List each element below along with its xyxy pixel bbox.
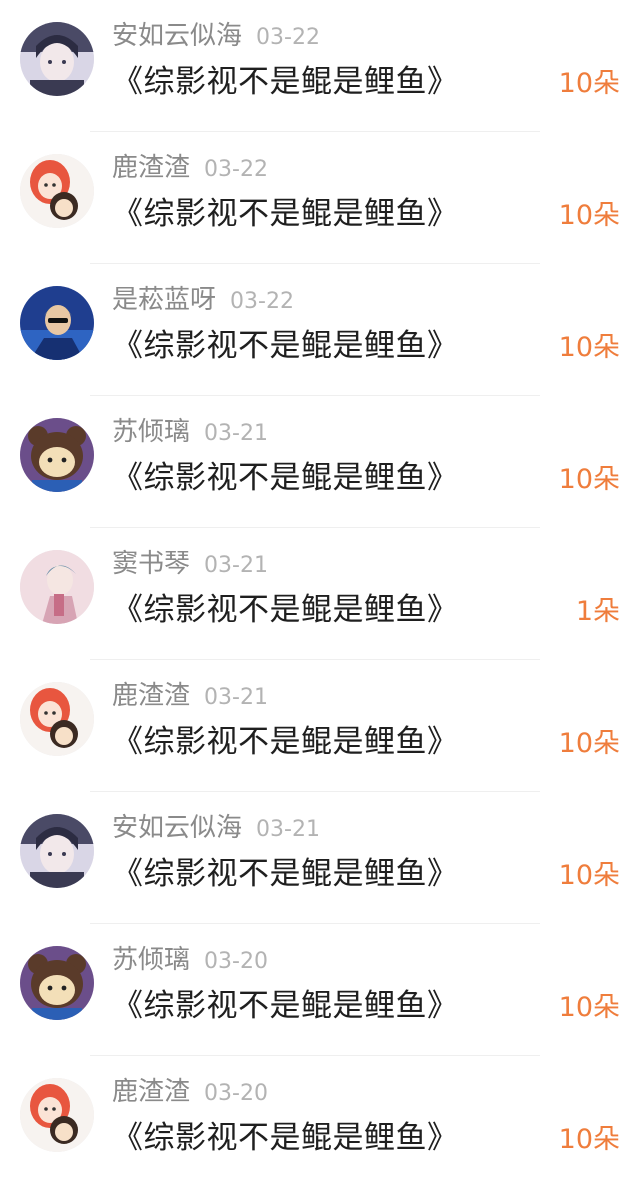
list-item[interactable]: 窦书琴 03-21 《综影视不是鲲是鲤鱼》 1朵 [0,528,640,660]
gift-record-list: 安如云似海 03-22 《综影视不是鲲是鲤鱼》 10朵 鹿渣渣 03-22 《综影视… [0,0,640,1177]
item-meta: 鹿渣渣 03-21 [112,678,268,714]
item-meta: 苏倾璃 03-20 [112,942,268,978]
list-item[interactable]: 鹿渣渣 03-21 《综影视不是鲲是鲤鱼》 10朵 [0,660,640,792]
avatar-redhair[interactable] [20,682,94,756]
item-meta: 苏倾璃 03-21 [112,414,268,450]
avatar-bear[interactable] [20,418,94,492]
book-title[interactable]: 《综影视不是鲲是鲤鱼》 [112,1114,459,1162]
item-meta: 安如云似海 03-21 [112,810,320,846]
gift-count: 10朵 [558,68,620,99]
book-title[interactable]: 《综影视不是鲲是鲤鱼》 [112,190,459,238]
book-title[interactable]: 《综影视不是鲲是鲤鱼》 [112,718,459,766]
book-title[interactable]: 《综影视不是鲲是鲤鱼》 [112,454,459,502]
book-title[interactable]: 《综影视不是鲲是鲤鱼》 [112,322,459,370]
gift-count: 10朵 [558,728,620,759]
username[interactable]: 是菘蓝呀 [112,285,216,315]
date: 03-22 [256,25,320,50]
username[interactable]: 鹿渣渣 [112,153,190,183]
avatar-blue[interactable] [20,286,94,360]
avatar-boy-dark[interactable] [20,22,94,96]
book-title[interactable]: 《综影视不是鲲是鲤鱼》 [112,850,459,898]
avatar-redhair[interactable] [20,154,94,228]
date: 03-22 [230,289,294,314]
book-title[interactable]: 《综影视不是鲲是鲤鱼》 [112,586,459,634]
list-item[interactable]: 安如云似海 03-22 《综影视不是鲲是鲤鱼》 10朵 [0,0,640,132]
book-title[interactable]: 《综影视不是鲲是鲤鱼》 [112,982,459,1030]
avatar-bear[interactable] [20,946,94,1020]
username[interactable]: 苏倾璃 [112,945,190,975]
list-item[interactable]: 苏倾璃 03-20 《综影视不是鲲是鲤鱼》 10朵 [0,924,640,1056]
date: 03-21 [204,421,268,446]
date: 03-21 [256,817,320,842]
list-item[interactable]: 鹿渣渣 03-20 《综影视不是鲲是鲤鱼》 10朵 [0,1056,640,1188]
avatar-redhair[interactable] [20,1078,94,1152]
gift-count: 10朵 [558,860,620,891]
username[interactable]: 窦书琴 [112,549,190,579]
list-item[interactable]: 是菘蓝呀 03-22 《综影视不是鲲是鲤鱼》 10朵 [0,264,640,396]
item-meta: 鹿渣渣 03-20 [112,1074,268,1110]
gift-count: 10朵 [558,992,620,1023]
date: 03-21 [204,685,268,710]
item-meta: 安如云似海 03-22 [112,18,320,54]
username[interactable]: 鹿渣渣 [112,1077,190,1107]
date: 03-22 [204,157,268,182]
list-item[interactable]: 苏倾璃 03-21 《综影视不是鲲是鲤鱼》 10朵 [0,396,640,528]
date: 03-20 [204,1081,268,1106]
gift-count: 10朵 [558,200,620,231]
avatar-boy-dark[interactable] [20,814,94,888]
list-item[interactable]: 鹿渣渣 03-22 《综影视不是鲲是鲤鱼》 10朵 [0,132,640,264]
username[interactable]: 安如云似海 [112,813,242,843]
gift-count: 1朵 [575,596,620,627]
username[interactable]: 苏倾璃 [112,417,190,447]
date: 03-20 [204,949,268,974]
list-item[interactable]: 安如云似海 03-21 《综影视不是鲲是鲤鱼》 10朵 [0,792,640,924]
avatar-pink[interactable] [20,550,94,624]
username[interactable]: 鹿渣渣 [112,681,190,711]
date: 03-21 [204,553,268,578]
item-meta: 是菘蓝呀 03-22 [112,282,294,318]
book-title[interactable]: 《综影视不是鲲是鲤鱼》 [112,58,459,106]
item-meta: 窦书琴 03-21 [112,546,268,582]
gift-count: 10朵 [558,332,620,363]
gift-count: 10朵 [558,464,620,495]
gift-count: 10朵 [558,1124,620,1155]
item-meta: 鹿渣渣 03-22 [112,150,268,186]
username[interactable]: 安如云似海 [112,21,242,51]
